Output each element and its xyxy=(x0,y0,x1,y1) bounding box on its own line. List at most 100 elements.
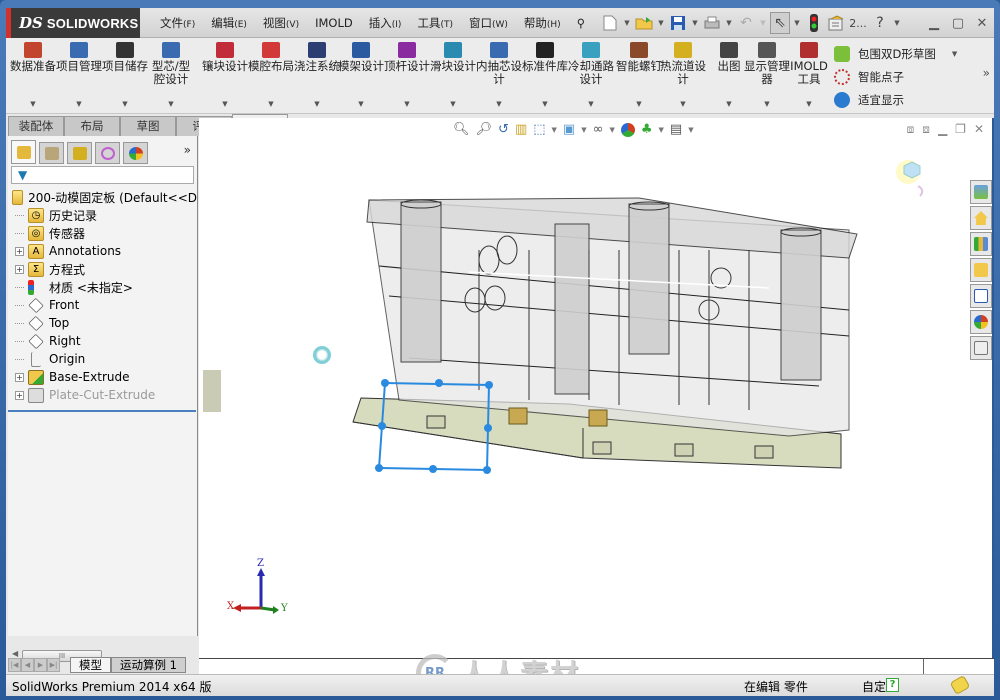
view-settings-icon[interactable]: ▤ xyxy=(670,122,682,137)
home-tab[interactable] xyxy=(970,206,992,230)
display-style-dropdown-icon[interactable]: ▼ xyxy=(581,126,586,134)
command-dropdown-icon[interactable]: ▼ xyxy=(338,100,384,108)
expand-icon[interactable]: + xyxy=(15,264,24,274)
command-dropdown-icon[interactable]: ▼ xyxy=(568,100,614,108)
command-dropdown-icon[interactable]: ▼ xyxy=(616,100,662,108)
first-tab-icon[interactable]: |◀ xyxy=(8,658,21,672)
dimxpert-tab[interactable] xyxy=(95,142,120,164)
command-mold-base[interactable]: 模架设计 ▼ xyxy=(338,42,384,108)
print-icon[interactable] xyxy=(702,12,722,34)
command-smart-screw[interactable]: 智能螺钉 ▼ xyxy=(616,42,662,108)
minimize-icon[interactable]: ▁ xyxy=(924,16,944,31)
doc-close-icon[interactable]: ✕ xyxy=(974,122,984,137)
command-dropdown-icon[interactable]: ▼ xyxy=(248,100,294,108)
menu-help[interactable]: 帮助(H) xyxy=(516,15,569,31)
command-dropdown-icon[interactable]: ▼ xyxy=(56,100,102,108)
last-tab-icon[interactable]: ▶| xyxy=(47,658,60,672)
command-data-prep[interactable]: 数据准备 ▼ xyxy=(10,42,56,108)
command-project-save[interactable]: 项目储存 ▼ xyxy=(102,42,148,108)
hide-show-dropdown-icon[interactable]: ▼ xyxy=(609,126,614,134)
menu-insert[interactable]: 插入(I) xyxy=(361,15,410,31)
section-view-icon[interactable]: ▥ xyxy=(515,122,527,137)
quick-tips-help-icon[interactable]: ? xyxy=(886,678,899,692)
panel-collapse-handle[interactable] xyxy=(203,370,221,412)
prev-tab-icon[interactable]: ◀ xyxy=(21,658,34,672)
command-dropdown-icon[interactable]: ▼ xyxy=(102,100,148,108)
tree-node[interactable]: + Σ 方程式 xyxy=(8,260,197,278)
command-dropdown-icon[interactable]: ▼ xyxy=(660,100,706,108)
more-panels-icon[interactable]: » xyxy=(184,143,191,157)
view-settings-dropdown-icon[interactable]: ▼ xyxy=(688,126,693,134)
tree-filter-input[interactable]: ▼ xyxy=(11,166,194,184)
configuration-manager-tab[interactable] xyxy=(67,142,92,164)
previous-view-icon[interactable]: ↺ xyxy=(498,122,509,137)
command-dropdown-icon[interactable]: ▼ xyxy=(202,100,248,108)
apply-scene-dropdown-icon[interactable]: ▼ xyxy=(659,126,664,134)
undo-icon[interactable]: ↶ xyxy=(736,12,756,34)
menu-tools[interactable]: 工具(T) xyxy=(409,15,461,31)
tree-node[interactable]: Front xyxy=(8,296,197,314)
graphics-area[interactable]: 🔍︎ 🔎︎ ↺ ▥ ⬚ ▼ ▣ ▼ ∞ ▼ ♣ ▼ ▤ ▼ ⧈ ⧈ ▁ ❐ ✕ … xyxy=(199,118,994,658)
display-manager-tab[interactable] xyxy=(123,142,148,164)
command-standard-parts[interactable]: 标准件库 ▼ xyxy=(522,42,568,108)
property-manager-tab[interactable] xyxy=(39,142,64,164)
maximize-icon[interactable]: ▢ xyxy=(948,16,968,31)
open-folder-icon[interactable] xyxy=(634,12,654,34)
print-dropdown-icon[interactable]: ▼ xyxy=(724,19,734,27)
display-style-icon[interactable]: ▣ xyxy=(563,122,575,137)
tab-sketch[interactable]: 草图 xyxy=(120,116,176,136)
bounding-sketch-button[interactable]: 包围双D形草图 ▼ xyxy=(834,42,957,65)
command-project-manage[interactable]: 项目管理 ▼ xyxy=(56,42,102,108)
smart-point-button[interactable]: 智能点子 xyxy=(834,65,957,88)
command-dropdown-icon[interactable]: ▼ xyxy=(430,100,476,108)
tab-motion-study[interactable]: 运动算例 1 xyxy=(111,657,186,673)
view-palette-tab[interactable] xyxy=(970,284,992,308)
tree-node[interactable]: + Plate-Cut-Extrude xyxy=(8,386,197,404)
tree-node[interactable]: ◎ 传感器 xyxy=(8,224,197,242)
tab-model[interactable]: 模型 xyxy=(70,657,111,673)
command-dropdown-icon[interactable]: ▼ xyxy=(522,100,568,108)
command-insert-design[interactable]: 镶块设计 ▼ xyxy=(202,42,248,108)
tab-layout[interactable]: 布局 xyxy=(64,116,120,136)
command-slider-design[interactable]: 滑块设计 ▼ xyxy=(430,42,476,108)
design-library-tab[interactable] xyxy=(970,232,992,256)
tag-icon[interactable] xyxy=(949,674,971,696)
pin-icon[interactable]: ⚲ xyxy=(569,16,593,30)
open-dropdown-icon[interactable]: ▼ xyxy=(656,19,666,27)
command-cavity-layout[interactable]: 模腔布局 ▼ xyxy=(248,42,294,108)
undo-dropdown-icon[interactable]: ▼ xyxy=(758,19,768,27)
command-dropdown-icon[interactable]: ▼ xyxy=(294,100,340,108)
tree-node[interactable]: Origin xyxy=(8,350,197,368)
view-orientation-icon[interactable]: ⬚ xyxy=(533,122,545,137)
tree-node[interactable]: Top xyxy=(8,314,197,332)
command-hot-runner[interactable]: 热流道设计 ▼ xyxy=(660,42,706,108)
command-ejector-pin[interactable]: 顶杆设计 ▼ xyxy=(384,42,430,108)
tree-node[interactable]: Right xyxy=(8,332,197,350)
command-dropdown-icon[interactable]: ▼ xyxy=(384,100,430,108)
menu-file[interactable]: 文件(F) xyxy=(152,15,203,31)
help-dropdown-icon[interactable]: ▼ xyxy=(892,19,902,27)
file-explorer-tab[interactable] xyxy=(970,258,992,282)
command-dropdown-icon[interactable]: ▼ xyxy=(476,100,522,108)
close-icon[interactable]: ✕ xyxy=(972,16,992,31)
command-dropdown-icon[interactable]: ▼ xyxy=(786,100,832,108)
next-tab-icon[interactable]: ▶ xyxy=(34,658,47,672)
menu-window[interactable]: 窗口(W) xyxy=(461,15,516,31)
doc-restore-icon[interactable]: ❐ xyxy=(955,122,966,137)
tree-node[interactable]: ◷ 历史记录 xyxy=(8,206,197,224)
new-document-icon[interactable] xyxy=(600,12,620,34)
solidworks-logo[interactable]: DS SOLIDWORKS xyxy=(6,8,140,38)
hide-show-items-icon[interactable]: ∞ xyxy=(593,122,604,137)
tree-root-part[interactable]: 200-动模固定板 (Default<<D xyxy=(8,188,197,206)
feature-manager-tab[interactable] xyxy=(11,140,36,164)
search-commands-label[interactable]: 2... xyxy=(848,12,868,34)
zoom-to-fit-icon[interactable]: 🔍︎ xyxy=(453,122,470,137)
select-dropdown-icon[interactable]: ▼ xyxy=(792,19,802,27)
doc-minimize-icon[interactable]: ▁ xyxy=(938,122,947,137)
options-icon[interactable] xyxy=(826,12,846,34)
rollback-bar[interactable] xyxy=(8,410,196,412)
save-dropdown-icon[interactable]: ▼ xyxy=(690,19,700,27)
menu-edit[interactable]: 编辑(E) xyxy=(203,15,255,31)
command-dropdown-icon[interactable]: ▼ xyxy=(148,100,194,108)
command-cooling-channel[interactable]: 冷却通路设计 ▼ xyxy=(568,42,614,108)
